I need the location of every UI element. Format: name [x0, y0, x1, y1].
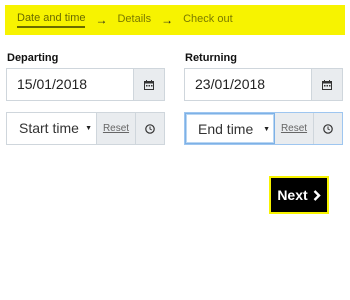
chevron-right-icon: [313, 189, 321, 201]
dropdown-caret-icon: ▼: [263, 126, 270, 133]
next-button[interactable]: Next: [269, 176, 329, 214]
returning-date-input[interactable]: 23/01/2018: [185, 69, 311, 100]
departing-date-input[interactable]: 15/01/2018: [7, 69, 133, 100]
end-time-select[interactable]: End time ▼: [185, 113, 275, 144]
calendar-button[interactable]: [133, 69, 164, 100]
returning-label: Returning: [185, 52, 237, 64]
start-time-select[interactable]: Start time ▼: [7, 113, 97, 144]
step-check-out[interactable]: Check out: [183, 13, 233, 27]
returning-time-row: End time ▼ Reset: [184, 112, 343, 145]
departing-date-field[interactable]: 15/01/2018: [6, 68, 165, 101]
end-time-value: End time: [198, 121, 254, 137]
step-date-and-time[interactable]: Date and time: [17, 12, 86, 28]
clock-icon: [323, 123, 333, 134]
step-details[interactable]: Details: [117, 13, 151, 27]
clock-icon: [145, 123, 155, 134]
clock-button[interactable]: [136, 113, 164, 144]
next-button-label: Next: [277, 187, 308, 203]
step-arrow-icon: →: [95, 13, 108, 27]
start-time-value: Start time: [19, 120, 79, 136]
progress-steps: Date and time → Details → Check out: [5, 5, 345, 35]
clock-button[interactable]: [314, 113, 342, 144]
departing-label: Departing: [7, 52, 59, 64]
start-time-reset-link[interactable]: Reset: [97, 113, 136, 144]
calendar-button[interactable]: [311, 69, 342, 100]
dropdown-caret-icon: ▼: [85, 125, 92, 132]
returning-date-field[interactable]: 23/01/2018: [184, 68, 343, 101]
calendar-icon: [322, 79, 332, 90]
end-time-reset-link[interactable]: Reset: [275, 113, 314, 144]
departing-time-row: Start time ▼ Reset: [6, 112, 165, 145]
calendar-icon: [144, 79, 154, 90]
step-arrow-icon: →: [161, 13, 174, 27]
